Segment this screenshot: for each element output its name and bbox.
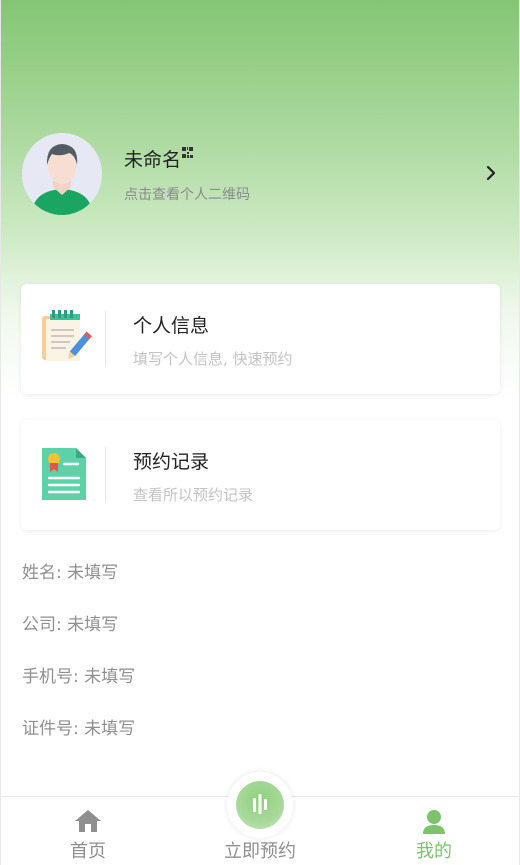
book-now-button-face: [236, 781, 284, 829]
book-now-button[interactable]: [227, 772, 293, 838]
home-icon: [75, 810, 101, 832]
card-title: 个人信息: [133, 315, 210, 337]
avatar[interactable]: [22, 133, 102, 215]
info-company: 公司: 未填写: [22, 615, 119, 635]
user-profile-icon: [423, 810, 445, 834]
certificate-document-icon: [42, 448, 86, 500]
profile-header[interactable]: 未命名 点击查看个人二维码: [22, 133, 502, 215]
info-name: 姓名: 未填写: [22, 563, 119, 583]
card-divider: [105, 311, 106, 366]
card-title: 预约记录: [133, 451, 210, 473]
qr-code-hint: 点击查看个人二维码: [124, 187, 250, 203]
user-name: 未命名: [124, 149, 182, 171]
tab-book-now-label: 立即预约: [224, 841, 296, 862]
tab-mine[interactable]: 我的: [374, 797, 494, 865]
notepad-pencil-icon: [42, 310, 92, 361]
personal-info-card[interactable]: 个人信息 填写个人信息, 快速预约: [21, 284, 500, 394]
profile-page: 未命名 点击查看个人二维码 个人信息 填写个人信息, 快速预约 预约记录 查看所…: [0, 0, 520, 865]
chevron-right-icon[interactable]: [484, 162, 498, 184]
qr-code-icon[interactable]: [182, 147, 193, 158]
card-divider: [105, 447, 106, 502]
tab-mine-label: 我的: [416, 841, 452, 862]
info-phone: 手机号: 未填写: [22, 667, 136, 687]
card-subtitle: 查看所以预约记录: [133, 486, 254, 504]
default-user-avatar-icon: [22, 133, 102, 215]
info-id-number: 证件号: 未填写: [22, 719, 136, 739]
tab-home[interactable]: 首页: [28, 797, 148, 865]
card-subtitle: 填写个人信息, 快速预约: [133, 350, 293, 368]
audio-wave-icon: [253, 794, 267, 814]
appointment-records-card[interactable]: 预约记录 查看所以预约记录: [21, 420, 500, 530]
tab-home-label: 首页: [70, 841, 106, 862]
